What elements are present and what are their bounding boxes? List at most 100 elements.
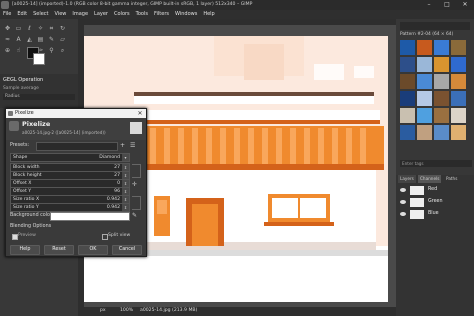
menu-filters[interactable]: Filters bbox=[151, 10, 172, 19]
lasso-icon[interactable]: ℓ bbox=[25, 24, 34, 33]
block-height-value: 27 bbox=[114, 173, 120, 178]
presets-dropdown[interactable] bbox=[36, 142, 118, 151]
move-tool-icon[interactable]: ✥ bbox=[3, 24, 12, 33]
stepper-icon[interactable]: ⇕ bbox=[122, 180, 129, 187]
size-ratio-x-label: Size ratio X bbox=[13, 197, 40, 202]
pattern-swatch[interactable] bbox=[400, 91, 415, 106]
eye-icon[interactable] bbox=[400, 200, 406, 204]
dock-tabs[interactable] bbox=[400, 22, 470, 30]
layer-row[interactable]: Green bbox=[396, 197, 474, 208]
menu-edit[interactable]: Edit bbox=[14, 10, 30, 19]
blending-options-expander[interactable]: Blending Options bbox=[10, 224, 51, 229]
pattern-swatch[interactable] bbox=[400, 125, 415, 140]
tab-layers[interactable]: Layers bbox=[398, 175, 416, 183]
pattern-swatch[interactable] bbox=[400, 57, 415, 72]
background-color-swatch[interactable] bbox=[33, 53, 45, 65]
image-thumbnail bbox=[130, 122, 142, 134]
layer-thumbnail bbox=[410, 198, 424, 207]
tag-filter-input[interactable]: Enter tags bbox=[400, 160, 472, 167]
menu-view[interactable]: View bbox=[52, 10, 70, 19]
crop-icon[interactable]: ⌗ bbox=[47, 24, 56, 33]
background-color-button[interactable] bbox=[50, 212, 130, 221]
add-preset-icon[interactable]: + bbox=[120, 142, 125, 149]
stepper-icon[interactable]: ⇕ bbox=[122, 164, 129, 171]
ok-button[interactable]: OK bbox=[78, 245, 108, 255]
pattern-swatch[interactable] bbox=[417, 125, 432, 140]
zoom-selector[interactable]: 100% bbox=[120, 308, 133, 313]
layer-row[interactable]: Red bbox=[396, 185, 474, 196]
help-button[interactable]: Help bbox=[10, 245, 40, 255]
reset-button[interactable]: Reset bbox=[44, 245, 74, 255]
menu-tools[interactable]: Tools bbox=[133, 10, 151, 19]
shape-select[interactable]: Shape Diamond ▾ bbox=[10, 153, 130, 162]
bucket-icon[interactable]: ◭ bbox=[25, 35, 34, 44]
preset-menu-icon[interactable]: ☰ bbox=[130, 142, 135, 149]
menu-help[interactable]: Help bbox=[200, 10, 217, 19]
pattern-swatch[interactable] bbox=[400, 108, 415, 123]
pattern-swatch[interactable] bbox=[434, 125, 449, 140]
pattern-swatch[interactable] bbox=[417, 74, 432, 89]
pattern-swatch[interactable] bbox=[417, 57, 432, 72]
pattern-grid[interactable] bbox=[400, 40, 470, 158]
clone-icon[interactable]: ⊕ bbox=[3, 46, 12, 55]
pattern-swatch[interactable] bbox=[434, 74, 449, 89]
pattern-swatch[interactable] bbox=[451, 40, 466, 55]
stepper-icon[interactable]: ⇕ bbox=[122, 204, 129, 211]
menu-layer[interactable]: Layer bbox=[91, 10, 111, 19]
pick-coordinates-icon[interactable]: ✛ bbox=[132, 181, 137, 188]
tab-paths[interactable]: Paths bbox=[444, 175, 459, 183]
maximize-button[interactable]: □ bbox=[438, 0, 456, 10]
menu-windows[interactable]: Windows bbox=[172, 10, 200, 19]
pattern-swatch[interactable] bbox=[451, 108, 466, 123]
eye-icon[interactable] bbox=[400, 188, 406, 192]
stepper-icon[interactable]: ⇕ bbox=[122, 172, 129, 179]
minimize-button[interactable]: – bbox=[420, 0, 438, 10]
pattern-swatch[interactable] bbox=[434, 40, 449, 55]
pattern-swatch[interactable] bbox=[451, 125, 466, 140]
fuzzy-select-icon[interactable]: ✧ bbox=[36, 24, 45, 33]
cancel-button[interactable]: Cancel bbox=[112, 245, 142, 255]
stepper-icon[interactable]: ⇕ bbox=[122, 196, 129, 203]
menu-image[interactable]: Image bbox=[69, 10, 91, 19]
warp-icon[interactable]: ≈ bbox=[3, 35, 12, 44]
pattern-swatch[interactable] bbox=[400, 74, 415, 89]
pattern-swatch[interactable] bbox=[451, 57, 466, 72]
pattern-swatch[interactable] bbox=[417, 91, 432, 106]
menu-colors[interactable]: Colors bbox=[111, 10, 133, 19]
layer-row[interactable]: Blue bbox=[396, 209, 474, 220]
paintbrush-icon[interactable]: ✎ bbox=[47, 35, 56, 44]
dialog-close-button[interactable]: ✕ bbox=[134, 109, 146, 118]
unit-selector[interactable]: px bbox=[100, 308, 106, 313]
rect-select-icon[interactable]: ▭ bbox=[14, 24, 23, 33]
status-file-info: a0025-14.jpg (213.9 MB) bbox=[140, 308, 198, 313]
pattern-swatch[interactable] bbox=[434, 57, 449, 72]
sample-average-option[interactable]: Sample average bbox=[3, 86, 39, 91]
chevron-down-icon[interactable]: ▾ bbox=[122, 154, 129, 161]
pattern-swatch[interactable] bbox=[451, 74, 466, 89]
menu-select[interactable]: Select bbox=[30, 10, 51, 19]
chain-link-icon[interactable] bbox=[132, 196, 141, 210]
pattern-swatch[interactable] bbox=[451, 91, 466, 106]
rotate-icon[interactable]: ↻ bbox=[58, 24, 67, 33]
size-ratio-y-field[interactable]: Size ratio Y 0.942 ⇕ bbox=[10, 203, 130, 212]
pattern-swatch[interactable] bbox=[434, 91, 449, 106]
eyedropper-icon[interactable]: ✎ bbox=[132, 212, 137, 219]
chain-link-icon[interactable] bbox=[132, 164, 141, 178]
menu-file[interactable]: File bbox=[0, 10, 14, 19]
stepper-icon[interactable]: ⇕ bbox=[122, 188, 129, 195]
smudge-icon[interactable]: ☝ bbox=[14, 46, 23, 55]
pattern-swatch[interactable] bbox=[417, 40, 432, 55]
color-picker-icon[interactable]: ⚲ bbox=[47, 46, 56, 55]
text-icon[interactable]: A bbox=[14, 35, 23, 44]
dialog-title-bar[interactable]: Pixelize ✕ bbox=[6, 109, 146, 118]
eraser-icon[interactable]: ▱ bbox=[58, 35, 67, 44]
pattern-swatch[interactable] bbox=[400, 40, 415, 55]
gradient-icon[interactable]: ▤ bbox=[36, 35, 45, 44]
close-button[interactable]: ✕ bbox=[456, 0, 474, 10]
zoom-icon[interactable]: ⌕ bbox=[58, 46, 67, 55]
radius-field[interactable]: Radius bbox=[3, 94, 75, 100]
pattern-swatch[interactable] bbox=[434, 108, 449, 123]
pattern-swatch[interactable] bbox=[417, 108, 432, 123]
eye-icon[interactable] bbox=[400, 212, 406, 216]
tab-channels[interactable]: Channels bbox=[418, 175, 442, 183]
